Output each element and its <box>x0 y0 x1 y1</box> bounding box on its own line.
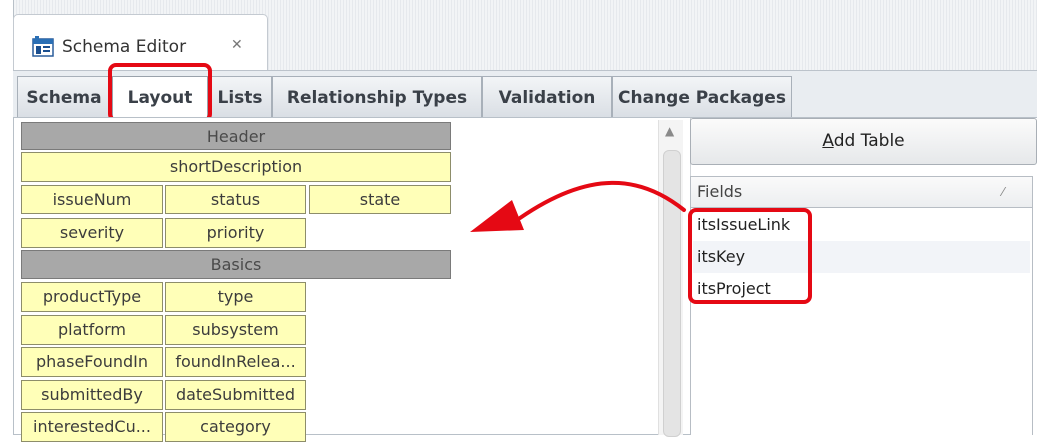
annotation-arrow <box>470 180 686 232</box>
